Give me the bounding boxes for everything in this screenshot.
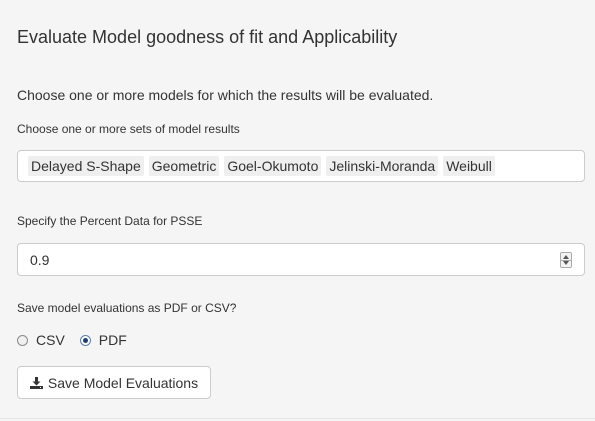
selected-model-tag[interactable]: Goel-Okumoto xyxy=(224,156,322,176)
format-label: Save model evaluations as PDF or CSV? xyxy=(17,301,237,315)
save-evaluations-button[interactable]: Save Model Evaluations xyxy=(17,366,211,399)
intro-text: Choose one or more models for which the … xyxy=(17,87,434,103)
pdf-radio[interactable] xyxy=(79,334,91,346)
spinner-up-icon[interactable] xyxy=(563,255,569,259)
psse-numeric-input[interactable]: 0.9 xyxy=(17,243,585,276)
csv-radio-label[interactable]: CSV xyxy=(36,332,65,348)
spinner-down-icon[interactable] xyxy=(563,261,569,265)
save-button-label: Save Model Evaluations xyxy=(47,374,199,391)
download-icon xyxy=(29,376,43,389)
panel-title: Evaluate Model goodness of fit and Appli… xyxy=(17,27,398,47)
selected-model-tag[interactable]: Weibull xyxy=(443,156,495,176)
pdf-radio-label[interactable]: PDF xyxy=(99,332,127,348)
models-select-label: Choose one or more sets of model results xyxy=(17,122,240,136)
evaluation-panel: Evaluate Model goodness of fit and Appli… xyxy=(0,0,595,419)
number-spinner[interactable] xyxy=(560,252,572,268)
psse-label: Specify the Percent Data for PSSE xyxy=(17,214,203,228)
format-radio-group: CSV PDF xyxy=(17,332,127,348)
models-multi-select[interactable]: Delayed S-Shape Geometric Goel-Okumoto J… xyxy=(17,150,585,182)
csv-radio[interactable] xyxy=(17,334,28,346)
psse-value[interactable]: 0.9 xyxy=(30,252,49,268)
selected-model-tag[interactable]: Jelinski-Moranda xyxy=(326,156,439,176)
selected-model-tag[interactable]: Delayed S-Shape xyxy=(28,156,144,176)
selected-model-tag[interactable]: Geometric xyxy=(148,156,220,176)
